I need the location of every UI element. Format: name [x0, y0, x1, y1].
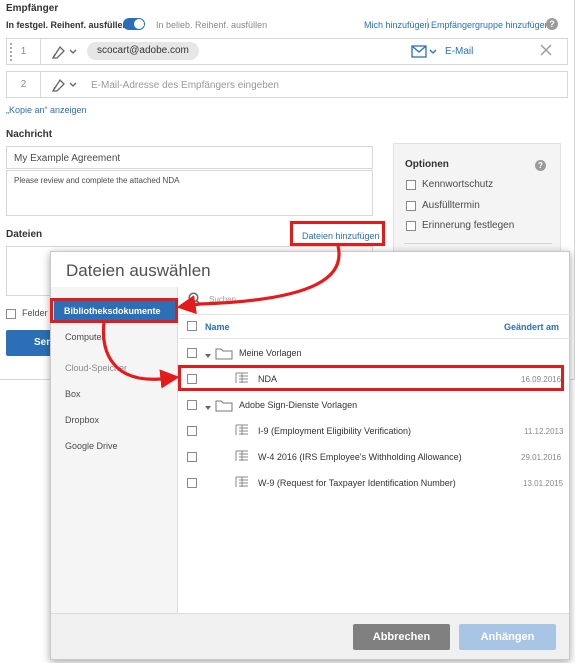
annotation-arrows: [101, 245, 341, 389]
arrow-to-library: [176, 245, 341, 315]
arrow-to-nda: [101, 321, 180, 389]
